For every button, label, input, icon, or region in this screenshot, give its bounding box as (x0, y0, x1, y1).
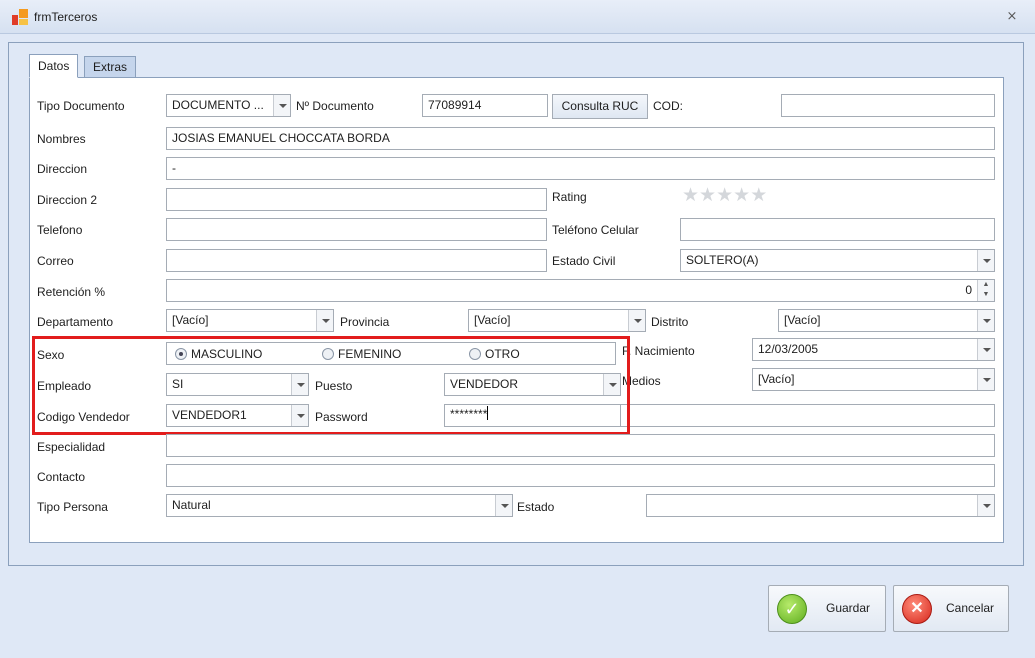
nombres-label: Nombres (37, 132, 86, 146)
telefono-input[interactable] (166, 218, 547, 241)
star-icon[interactable]: ★ (682, 185, 699, 206)
telefono-celular-label: Teléfono Celular (552, 223, 639, 237)
nro-documento-label: Nº Documento (296, 99, 374, 113)
f-nacimiento-value: 12/03/2005 (758, 342, 819, 356)
contacto-label: Contacto (37, 470, 86, 484)
cancelar-button[interactable]: ✕ Cancelar (893, 585, 1009, 632)
star-icon[interactable]: ★ (716, 185, 733, 206)
rating-stars[interactable]: ★★★★★ (682, 186, 767, 205)
departamento-select[interactable]: [Vacío] (166, 309, 334, 332)
tab-datos[interactable]: Datos (29, 54, 79, 78)
title-bar (0, 0, 1035, 34)
estado-civil-select[interactable]: SOLTERO(A) (680, 249, 995, 272)
estado-civil-value: SOLTERO(A) (686, 253, 759, 267)
f-nacimiento-picker[interactable]: 12/03/2005 (752, 338, 995, 361)
direccion2-label: Direccion 2 (37, 193, 98, 207)
tipo-persona-value: Natural (172, 498, 211, 512)
highlight-frame (32, 336, 630, 435)
provincia-select[interactable]: [Vacío] (468, 309, 646, 332)
extra-input[interactable] (620, 404, 995, 427)
chevron-down-icon[interactable] (977, 369, 994, 390)
estado-civil-label: Estado Civil (552, 254, 616, 268)
tipo-documento-select[interactable]: DOCUMENTO ... (166, 94, 291, 117)
chevron-down-icon[interactable] (316, 310, 333, 331)
f-nacimiento-label: F. Nacimiento (622, 344, 695, 358)
cancel-icon: ✕ (902, 594, 932, 624)
contacto-input[interactable] (166, 464, 995, 487)
tipo-documento-value: DOCUMENTO ... (172, 98, 264, 112)
star-icon[interactable]: ★ (733, 185, 750, 206)
checkmark-icon: ✓ (777, 594, 807, 624)
departamento-value: [Vacío] (172, 313, 209, 327)
close-icon[interactable]: ⨯ (1004, 9, 1020, 23)
retencion-spin[interactable]: 0 ▲ ▼ (166, 279, 995, 302)
correo-label: Correo (37, 254, 74, 268)
direccion-input[interactable]: - (166, 157, 995, 180)
rating-label: Rating (552, 190, 587, 204)
tipo-persona-select[interactable]: Natural (166, 494, 513, 517)
distrito-label: Distrito (651, 315, 689, 329)
estado-select[interactable] (646, 494, 995, 517)
nombres-input[interactable]: JOSIAS EMANUEL CHOCCATA BORDA (166, 127, 995, 150)
chevron-down-icon[interactable] (495, 495, 512, 516)
distrito-select[interactable]: [Vacío] (778, 309, 995, 332)
estado-label: Estado (517, 500, 555, 514)
telefono-celular-input[interactable] (680, 218, 995, 241)
spin-arrows-icon[interactable]: ▲ ▼ (977, 280, 994, 301)
tab-extras[interactable]: Extras (84, 56, 137, 78)
direccion2-input[interactable] (166, 188, 547, 211)
tipo-documento-label: Tipo Documento (37, 99, 125, 113)
cancelar-label: Cancelar (946, 601, 995, 615)
medios-value: [Vacío] (758, 372, 795, 386)
consulta-ruc-button[interactable]: Consulta RUC (552, 94, 648, 119)
chevron-down-icon[interactable] (977, 339, 994, 360)
chevron-down-icon[interactable] (977, 250, 994, 271)
direccion-label: Direccion (37, 162, 88, 176)
cod-label: COD: (653, 99, 683, 113)
star-icon[interactable]: ★ (699, 185, 716, 206)
window-title: frmTerceros (34, 10, 98, 24)
medios-select[interactable]: [Vacío] (752, 368, 995, 391)
retencion-label: Retención % (37, 285, 106, 299)
retencion-value: 0 (965, 283, 972, 297)
provincia-label: Provincia (340, 315, 390, 329)
nro-documento-input[interactable]: 77089914 (422, 94, 548, 117)
app-icon (12, 9, 28, 25)
tipo-persona-label: Tipo Persona (37, 500, 108, 514)
chevron-down-icon[interactable] (977, 310, 994, 331)
departamento-label: Departamento (37, 315, 114, 329)
especialidad-input[interactable] (166, 434, 995, 457)
star-icon[interactable]: ★ (750, 185, 767, 206)
guardar-button[interactable]: ✓ Guardar (768, 585, 886, 632)
cod-input[interactable] (781, 94, 995, 117)
especialidad-label: Especialidad (37, 440, 106, 454)
provincia-value: [Vacío] (474, 313, 511, 327)
telefono-label: Telefono (37, 223, 83, 237)
correo-input[interactable] (166, 249, 547, 272)
chevron-down-icon[interactable] (977, 495, 994, 516)
guardar-label: Guardar (826, 601, 871, 615)
distrito-value: [Vacío] (784, 313, 821, 327)
chevron-down-icon[interactable] (273, 95, 290, 116)
chevron-down-icon[interactable] (628, 310, 645, 331)
